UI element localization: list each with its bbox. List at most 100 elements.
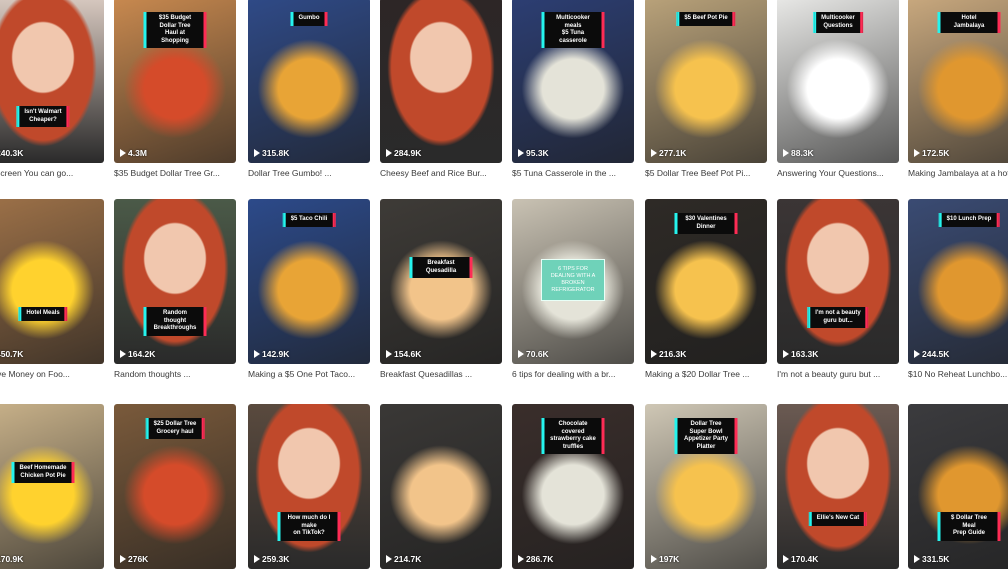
video-thumbnail[interactable]: Beef Homemade Chicken Pot Pie 170.9K — [0, 404, 104, 569]
view-count: 170.9K — [0, 554, 23, 564]
video-card[interactable]: $5 Beef Pot Pie 277.1K $5 Dollar Tree Beef… — [645, 0, 767, 178]
video-thumbnail[interactable]: $30 Valentines Dinner 216.3K — [645, 199, 767, 364]
video-overlay-caption: How much do I make on TikTok? — [278, 512, 340, 541]
video-card[interactable]: $35 Budget Dollar Tree Haul at Shopping 4… — [114, 0, 236, 178]
play-icon — [783, 149, 789, 157]
view-count: 244.5K — [914, 349, 949, 359]
video-card[interactable]: Hotel Meals 450.7K I Save Money on Foo... — [0, 199, 104, 379]
video-caption[interactable]: 6 tips for dealing with a br... — [512, 369, 634, 379]
thumbnail-image — [777, 404, 899, 569]
video-card[interactable]: $5 Taco Chili 142.9K Making a $5 One Pot T… — [248, 199, 370, 379]
video-caption[interactable]: Making Jambalaya at a hotel — [908, 168, 1008, 178]
video-caption[interactable]: Making a $5 One Pot Taco... — [248, 369, 370, 379]
thumbnail-image — [248, 404, 370, 569]
video-caption[interactable]: Cheesy Beef and Rice Bur... — [380, 168, 502, 178]
view-count-text: 88.3K — [791, 148, 814, 158]
video-thumbnail[interactable]: Isn't Walmart Cheaper? 240.3K — [0, 0, 104, 163]
video-thumbnail[interactable]: Gumbo 315.8K — [248, 0, 370, 163]
video-overlay-caption: Beef Homemade Chicken Pot Pie — [12, 462, 74, 483]
video-thumbnail[interactable]: Hotel Meals 450.7K — [0, 199, 104, 364]
video-thumbnail[interactable]: 214.7K — [380, 404, 502, 569]
video-card[interactable]: Hotel Jambalaya 172.5K Making Jambalaya at… — [908, 0, 1008, 178]
thumbnail-image — [380, 199, 502, 364]
video-overlay-caption: Random thought Breakthroughs — [144, 307, 206, 336]
view-count-text: 259.3K — [262, 554, 290, 564]
view-count: 216.3K — [651, 349, 686, 359]
video-caption[interactable]: Making a $20 Dollar Tree ... — [645, 369, 767, 379]
play-icon — [518, 350, 524, 358]
video-card[interactable]: Multicooker meals $5 Tuna casserole 95.3K… — [512, 0, 634, 178]
video-card[interactable]: Ellie's New Cat 170.4K — [777, 404, 899, 569]
video-card[interactable]: Multicooker Questions 88.3K Answering Your… — [777, 0, 899, 178]
video-thumbnail[interactable]: 284.9K — [380, 0, 502, 163]
thumbnail-image — [380, 0, 502, 163]
video-card[interactable]: Beef Homemade Chicken Pot Pie 170.9K — [0, 404, 104, 569]
video-overlay-caption: Dollar Tree Super Bowl Appetizer Party P… — [675, 418, 737, 454]
video-caption[interactable]: $10 No Reheat Lunchbo... — [908, 369, 1008, 379]
video-card[interactable]: I'm not a beauty guru but... 163.3K I'm no… — [777, 199, 899, 379]
thumbnail-image — [908, 404, 1008, 569]
video-overlay-caption: Multicooker meals $5 Tuna casserole — [542, 12, 604, 48]
video-card[interactable]: Random thought Breakthroughs 164.2K Random… — [114, 199, 236, 379]
video-card[interactable]: 214.7K — [380, 404, 502, 569]
video-card[interactable]: 6 TIPS FOR DEALING WITH A BROKEN REFRIGE… — [512, 199, 634, 379]
play-icon — [651, 555, 657, 563]
video-overlay-caption: $35 Budget Dollar Tree Haul at Shopping — [144, 12, 206, 48]
video-caption[interactable]: Breakfast Quesadillas ... — [380, 369, 502, 379]
video-thumbnail[interactable]: Chocolate covered strawberry cake truffl… — [512, 404, 634, 569]
view-count: 95.3K — [518, 148, 549, 158]
video-card[interactable]: $25 Dollar Tree Grocery haul 276K — [114, 404, 236, 569]
view-count: 4.3M — [120, 148, 147, 158]
video-card[interactable]: Breakfast Quesadilla 154.6K Breakfast Ques… — [380, 199, 502, 379]
video-caption[interactable]: $5 Tuna Casserole in the ... — [512, 168, 634, 178]
video-thumbnail[interactable]: Breakfast Quesadilla 154.6K — [380, 199, 502, 364]
thumbnail-image — [0, 199, 104, 364]
video-card[interactable]: How much do I make on TikTok? 259.3K — [248, 404, 370, 569]
video-thumbnail[interactable]: Dollar Tree Super Bowl Appetizer Party P… — [645, 404, 767, 569]
video-caption[interactable]: $35 Budget Dollar Tree Gr... — [114, 168, 236, 178]
video-caption[interactable]: I Save Money on Foo... — [0, 369, 104, 379]
video-caption[interactable]: eenscreen You can go... — [0, 168, 104, 178]
view-count-text: 142.9K — [262, 349, 290, 359]
video-caption[interactable]: Dollar Tree Gumbo! ... — [248, 168, 370, 178]
view-count-text: 163.3K — [791, 349, 819, 359]
video-card[interactable]: 284.9K Cheesy Beef and Rice Bur... — [380, 0, 502, 178]
video-overlay-caption: $25 Dollar Tree Grocery haul — [146, 418, 204, 439]
video-thumbnail[interactable]: Ellie's New Cat 170.4K — [777, 404, 899, 569]
video-overlay-caption: $30 Valentines Dinner — [675, 213, 737, 234]
video-card[interactable]: Dollar Tree Super Bowl Appetizer Party P… — [645, 404, 767, 569]
video-thumbnail[interactable]: $5 Beef Pot Pie 277.1K — [645, 0, 767, 163]
view-count: 315.8K — [254, 148, 289, 158]
video-card[interactable]: $ Dollar Tree Meal Prep Guide 331.5K — [908, 404, 1008, 569]
video-thumbnail[interactable]: Random thought Breakthroughs 164.2K — [114, 199, 236, 364]
video-card[interactable]: Isn't Walmart Cheaper? 240.3K eenscreen Yo… — [0, 0, 104, 178]
video-caption[interactable]: Answering Your Questions... — [777, 168, 899, 178]
video-card[interactable]: $30 Valentines Dinner 216.3K Making a $20 … — [645, 199, 767, 379]
video-card[interactable]: Chocolate covered strawberry cake truffl… — [512, 404, 634, 569]
video-card[interactable]: Gumbo 315.8K Dollar Tree Gumbo! ... — [248, 0, 370, 178]
video-thumbnail[interactable]: 6 TIPS FOR DEALING WITH A BROKEN REFRIGE… — [512, 199, 634, 364]
play-icon — [120, 555, 126, 563]
video-caption[interactable]: I'm not a beauty guru but ... — [777, 369, 899, 379]
video-thumbnail[interactable]: $10 Lunch Prep 244.5K — [908, 199, 1008, 364]
view-count: 70.6K — [518, 349, 549, 359]
view-count-text: 240.3K — [0, 148, 24, 158]
thumbnail-image — [0, 404, 104, 569]
video-thumbnail[interactable]: Multicooker Questions 88.3K — [777, 0, 899, 163]
video-card[interactable]: $10 Lunch Prep 244.5K $10 No Reheat Lunchb… — [908, 199, 1008, 379]
play-icon — [254, 350, 260, 358]
video-thumbnail[interactable]: Multicooker meals $5 Tuna casserole 95.3K — [512, 0, 634, 163]
view-count-text: 244.5K — [922, 349, 950, 359]
play-icon — [783, 555, 789, 563]
video-caption[interactable]: $5 Dollar Tree Beef Pot Pi... — [645, 168, 767, 178]
video-thumbnail[interactable]: $ Dollar Tree Meal Prep Guide 331.5K — [908, 404, 1008, 569]
video-thumbnail[interactable]: I'm not a beauty guru but... 163.3K — [777, 199, 899, 364]
video-thumbnail[interactable]: Hotel Jambalaya 172.5K — [908, 0, 1008, 163]
video-thumbnail[interactable]: $25 Dollar Tree Grocery haul 276K — [114, 404, 236, 569]
view-count: 286.7K — [518, 554, 553, 564]
view-count: 170.4K — [783, 554, 818, 564]
video-thumbnail[interactable]: $5 Taco Chili 142.9K — [248, 199, 370, 364]
video-caption[interactable]: Random thoughts ... — [114, 369, 236, 379]
video-thumbnail[interactable]: $35 Budget Dollar Tree Haul at Shopping 4… — [114, 0, 236, 163]
video-thumbnail[interactable]: How much do I make on TikTok? 259.3K — [248, 404, 370, 569]
